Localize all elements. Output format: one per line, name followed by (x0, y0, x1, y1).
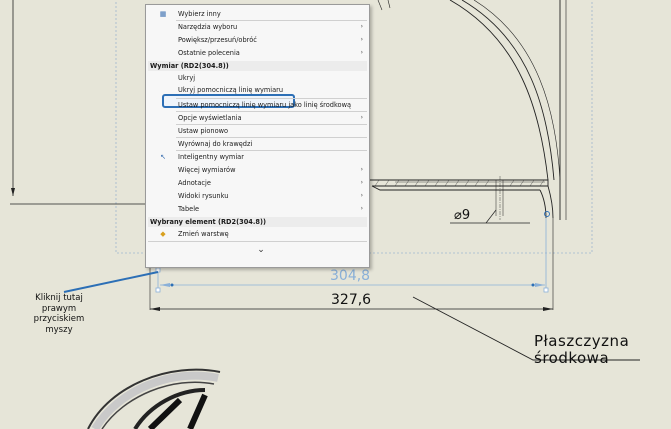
menu-item-set-extension-centerline[interactable]: Ustaw pomocniczą linię wymiaru jako lini… (146, 100, 369, 110)
dimension-304-8-value[interactable]: 304,8 (330, 268, 370, 284)
menu-item-selection-tools[interactable]: Narzędzia wyboru › (146, 22, 369, 32)
vertical-dim-arrow (11, 188, 15, 196)
callout-line3: przyciskiem (33, 314, 85, 324)
menu-item-drawing-views[interactable]: Widoki rysunku › (146, 191, 369, 201)
smart-dimension-icon: ↖ (160, 153, 166, 161)
menu-item-annotations[interactable]: Adnotacje › (146, 178, 369, 188)
menu-item-smart-dimension[interactable]: ↖ Inteligentny wymiar (146, 152, 369, 162)
callout-leader (63, 271, 159, 293)
menu-item-hide-extension-line[interactable]: Ukryj pomocniczą linię wymiaru (146, 85, 369, 95)
menu-item-recent-commands[interactable]: Ostatnie polecenia › (146, 48, 369, 58)
plane-label-line2: środkowa (534, 349, 610, 367)
chevron-right-icon: › (360, 205, 363, 212)
chevron-right-icon: › (360, 23, 363, 30)
dim327-arrow-left (150, 307, 160, 311)
chevron-right-icon: › (360, 166, 363, 173)
menu-item-display-options[interactable]: Opcje wyświetlania › (146, 113, 369, 123)
menu-expand-button[interactable]: ⌄ (246, 245, 276, 255)
dim-arrow-right (535, 283, 545, 287)
menu-item-set-vertical[interactable]: Ustaw pionowo (146, 126, 369, 136)
callout-instruction: Kliknij tutaj prawym przyciskiem myszy (26, 293, 92, 335)
menu-item-zoom-pan-rotate[interactable]: Powiększ/przesuń/obróć › (146, 35, 369, 45)
plane-label-line1: Płaszczyzna (534, 332, 630, 350)
menu-item-align-to-edge[interactable]: Wyrównaj do krawędzi (146, 139, 369, 149)
chevron-right-icon: › (360, 49, 363, 56)
chevron-right-icon: › (360, 36, 363, 43)
select-other-icon: ▦ (159, 10, 167, 18)
layer-icon: ◆ (160, 230, 166, 238)
context-menu: ▦ Wybierz inny Narzędzia wyboru › Powięk… (145, 4, 370, 268)
chevron-right-icon: › (360, 179, 363, 186)
chevron-right-icon: › (360, 192, 363, 199)
dim-arrow-left (160, 283, 170, 287)
callout-line2: prawym (41, 303, 77, 314)
dimension-327-6-value[interactable]: 327,6 (331, 292, 371, 308)
menu-item-tables[interactable]: Tabele › (146, 204, 369, 214)
dim327-arrow-right (543, 307, 553, 311)
callout-line4: myszy (45, 324, 73, 335)
menu-section-dimension-header: Wymiar (RD2(304.8)) (148, 61, 367, 71)
center-plane-label: Płaszczyzna środkowa (534, 333, 629, 367)
menu-item-more-dimensions[interactable]: Więcej wymiarów › (146, 165, 369, 175)
rim-hatching (374, 179, 545, 187)
menu-item-select-other[interactable]: ▦ Wybierz inny (146, 9, 369, 19)
callout-line1: Kliknij tutaj (35, 293, 83, 303)
chevron-right-icon: › (360, 114, 363, 121)
menu-item-change-layer[interactable]: ◆ Zmień warstwę (146, 229, 369, 239)
menu-section-selected-entity-header: Wybrany element (RD2(304.8)) (148, 217, 367, 227)
menu-item-hide[interactable]: Ukryj (146, 73, 369, 83)
hole-dimension-text[interactable]: ⌀9 (454, 208, 470, 223)
wheel-isometric (87, 368, 221, 429)
